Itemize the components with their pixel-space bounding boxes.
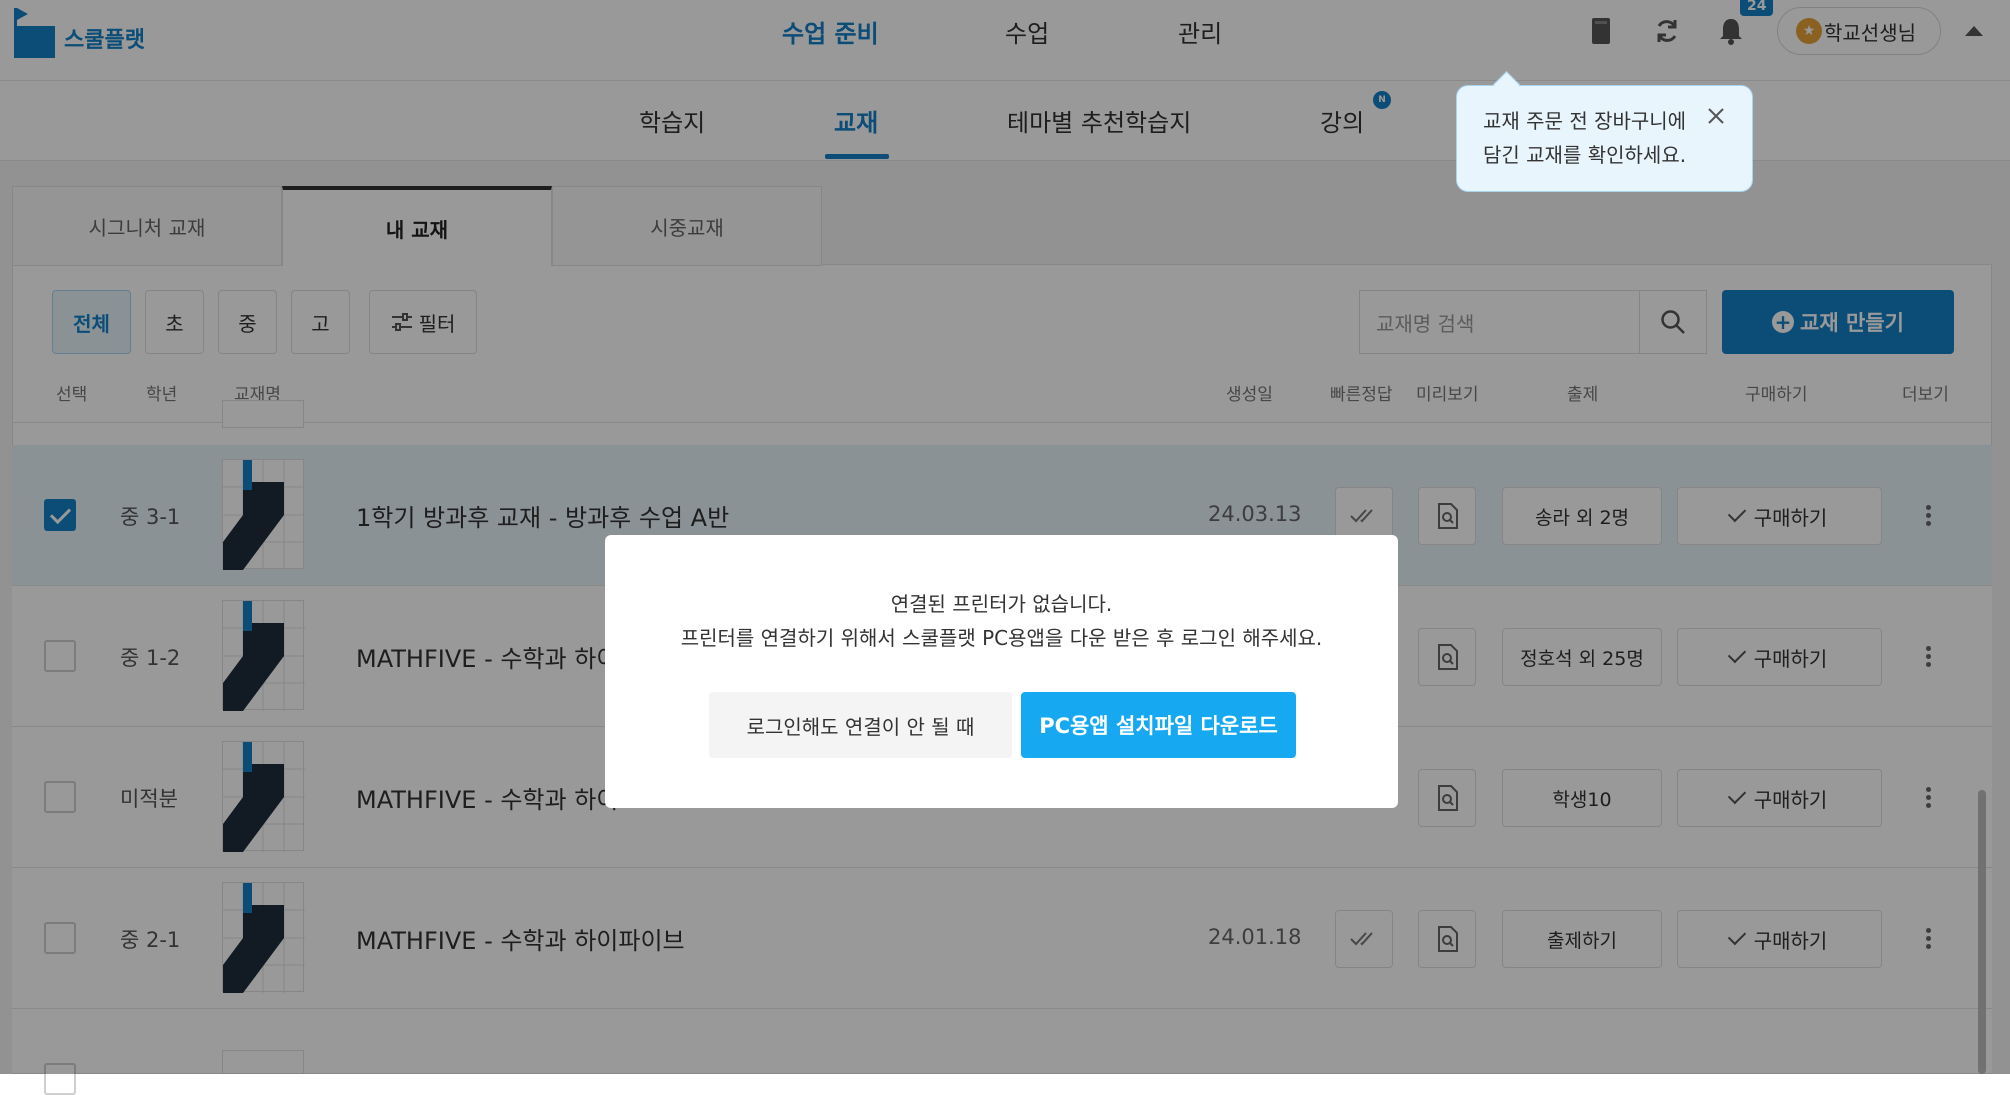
- modal-message-1: 연결된 프린터가 없습니다.: [890, 592, 1113, 616]
- close-icon[interactable]: [1706, 106, 1726, 126]
- printer-modal: 연결된 프린터가 없습니다. 프린터를 연결하기 위해서 스쿨플랫 PC용앱을 …: [605, 535, 1398, 808]
- tooltip-line-1: 교재 주문 전 장바구니에: [1483, 109, 1687, 133]
- help-button[interactable]: 로그인해도 연결이 안 될 때: [709, 692, 1012, 758]
- cart-tooltip: 교재 주문 전 장바구니에 담긴 교재를 확인하세요.: [1456, 85, 1753, 192]
- modal-message-2: 프린터를 연결하기 위해서 스쿨플랫 PC용앱을 다운 받은 후 로그인 해주세…: [680, 626, 1323, 650]
- download-button[interactable]: PC용앱 설치파일 다운로드: [1021, 692, 1296, 758]
- tooltip-line-2: 담긴 교재를 확인하세요.: [1483, 143, 1687, 167]
